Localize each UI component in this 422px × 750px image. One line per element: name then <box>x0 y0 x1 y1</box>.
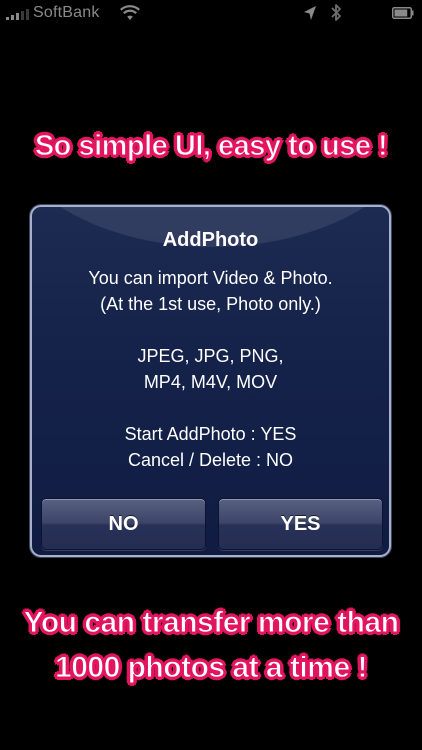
promo-caption-top: So simple UI, easy to use ! <box>34 130 388 163</box>
message-line: Start AddPhoto : YES <box>124 424 297 444</box>
bluetooth-icon <box>331 4 341 21</box>
location-icon <box>304 6 316 20</box>
message-line: Cancel / Delete : NO <box>127 450 294 470</box>
message-line: You can import Video & Photo. <box>88 268 333 288</box>
yes-button[interactable]: YES <box>218 498 383 550</box>
message-line: (At the 1st use, Photo only.) <box>100 294 321 314</box>
wifi-icon <box>120 5 140 20</box>
alert-title: AddPhoto <box>162 229 259 251</box>
status-bar: SoftBank <box>0 0 422 28</box>
promo-caption-bottom-line2: 1000 photos at a time ! <box>55 651 368 685</box>
promo-caption-bottom-line1: You can transfer more than <box>23 606 399 640</box>
no-button[interactable]: NO <box>41 498 206 550</box>
message-line: MP4, M4V, MOV <box>143 372 278 392</box>
carrier-name: SoftBank <box>33 4 100 21</box>
message-line: JPEG, JPG, PNG, <box>137 346 284 366</box>
signal-icon <box>6 8 29 20</box>
alert-message: You can import Video & Photo. (At the 1s… <box>32 265 389 473</box>
alert-dialog: AddPhoto You can import Video & Photo. (… <box>30 205 391 557</box>
battery-icon <box>392 7 414 19</box>
